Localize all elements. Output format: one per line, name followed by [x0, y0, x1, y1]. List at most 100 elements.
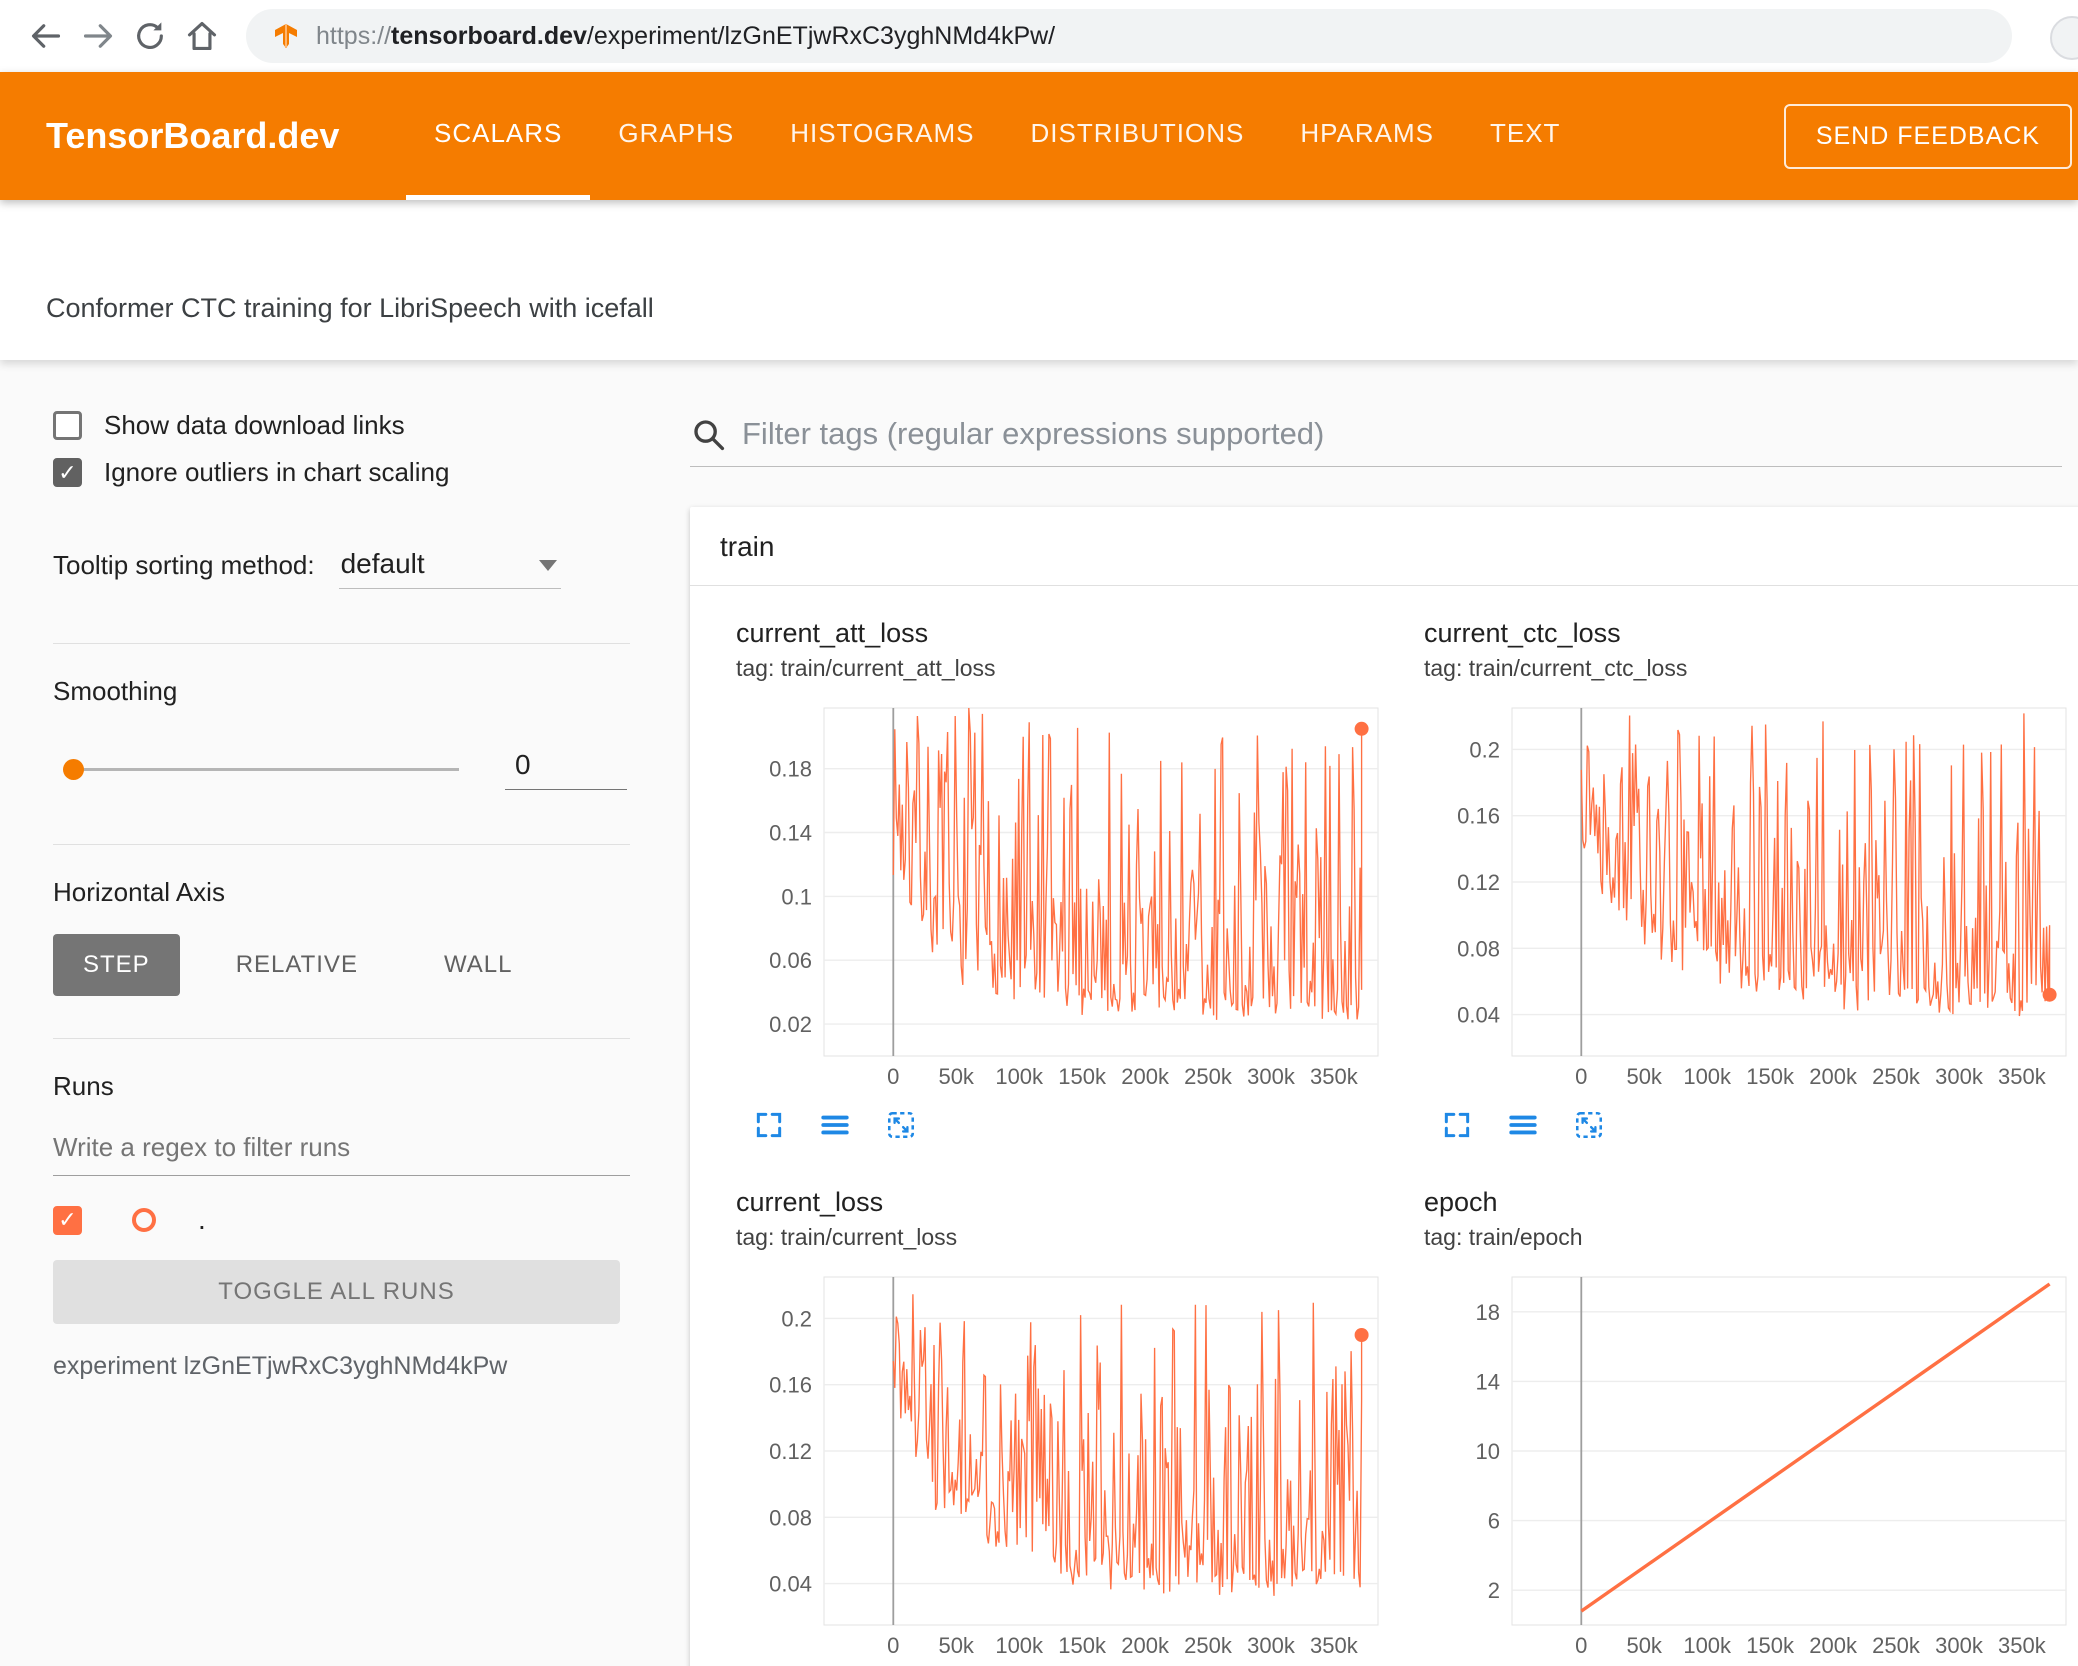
forward-button[interactable]	[72, 10, 124, 62]
x-tick-label: 350k	[1310, 1064, 1359, 1089]
fit-domain-button[interactable]	[882, 1109, 920, 1143]
checkbox-checked-icon[interactable]: ✓	[53, 458, 82, 487]
runs-filter-input[interactable]	[53, 1132, 630, 1176]
tag-group-title[interactable]: train	[690, 507, 2078, 585]
reload-button[interactable]	[124, 10, 176, 62]
chart-card-current_ctc_loss: current_ctc_loss tag: train/current_ctc_l…	[1424, 618, 2078, 1143]
tab-text[interactable]: TEXT	[1462, 72, 1588, 200]
x-tick-label: 250k	[1872, 1633, 1921, 1658]
home-button[interactable]	[176, 10, 228, 62]
experiment-title: Conformer CTC training for LibriSpeech w…	[46, 293, 654, 323]
tooltip-sorting-row: Tooltip sorting method: default	[53, 548, 630, 589]
toggle-log-scale-button[interactable]	[1504, 1109, 1542, 1143]
toggle-log-scale-button[interactable]	[816, 1109, 854, 1143]
fit-domain-button[interactable]	[1570, 1109, 1608, 1143]
fit-data-icon	[887, 1111, 915, 1139]
experiment-id-label: experiment lzGnETjwRxC3yghNMd4kPw	[53, 1352, 508, 1380]
x-tick-label: 300k	[1247, 1633, 1296, 1658]
chart-title: epoch	[1424, 1187, 1498, 1217]
y-tick-label: 0.08	[769, 1505, 812, 1530]
tooltip-sorting-value: default	[340, 548, 425, 579]
chart-title: current_att_loss	[736, 618, 929, 648]
run-color-circle-icon[interactable]	[132, 1208, 156, 1232]
chart-current_loss[interactable]: 0.04 0.08 0.12 0.16 0.2 0 50k 100k 150k 200k 250k 3…	[736, 1267, 1392, 1663]
x-tick-label: 100k	[995, 1633, 1044, 1658]
tab-distributions[interactable]: DISTRIBUTIONS	[1003, 72, 1273, 200]
profile-avatar[interactable]	[2050, 16, 2078, 60]
tooltip-sorting-dropdown[interactable]: default	[338, 548, 561, 589]
final-point-dot[interactable]	[1354, 1328, 1369, 1342]
x-tick-label: 200k	[1121, 1633, 1170, 1658]
chart-title: current_loss	[736, 1187, 884, 1217]
y-tick-label: 0.2	[781, 1306, 812, 1331]
send-feedback-button[interactable]: SEND FEEDBACK	[1783, 104, 2072, 169]
filter-tags-row	[690, 416, 2062, 467]
expand-icon	[756, 1112, 782, 1138]
chart-tag: tag: train/epoch	[1424, 1224, 1583, 1250]
forward-arrow-icon	[83, 24, 113, 48]
url-domain: tensorboard.dev	[391, 21, 587, 50]
x-tick-label: 150k	[1058, 1064, 1107, 1089]
top-nav: SCALARS GRAPHS HISTOGRAMS DISTRIBUTIONS …	[406, 72, 1588, 200]
y-tick-label: 0.08	[1457, 936, 1500, 961]
ignore-outliers-checkbox-row[interactable]: ✓ Ignore outliers in chart scaling	[53, 457, 630, 488]
tab-hparams[interactable]: HPARAMS	[1272, 72, 1462, 200]
chart-tag: tag: train/current_att_loss	[736, 655, 996, 681]
step-axis-button[interactable]: STEP	[53, 934, 180, 996]
smoothing-value-field[interactable]: 0	[505, 749, 627, 790]
chevron-down-icon	[538, 560, 557, 571]
show-download-links-checkbox-row[interactable]: Show data download links	[53, 410, 630, 441]
y-tick-label: 0.04	[1457, 1003, 1500, 1028]
app-header: TensorBoard.dev SCALARS GRAPHS HISTOGRAM…	[0, 72, 2078, 200]
toggle-all-runs-button[interactable]: TOGGLE ALL RUNS	[53, 1260, 620, 1324]
smoothing-slider-thumb[interactable]	[63, 759, 84, 780]
run-name: .	[198, 1204, 206, 1235]
final-point-dot[interactable]	[1354, 721, 1369, 736]
run-checkbox-checked-icon[interactable]: ✓	[53, 1205, 82, 1235]
x-tick-label: 50k	[938, 1633, 974, 1658]
y-tick-label: 0.16	[769, 1373, 812, 1398]
chart-current_ctc_loss[interactable]: 0.04 0.08 0.12 0.16 0.2 0 50k 100k 150k 200k 250k 3…	[1424, 698, 2078, 1094]
chart-tag: tag: train/current_loss	[736, 1224, 958, 1250]
y-tick-label: 0.1	[781, 884, 812, 909]
url-bar[interactable]: https://tensorboard.dev/experiment/lzGnE…	[246, 9, 2012, 63]
smoothing-slider[interactable]	[63, 759, 459, 780]
filter-tags-input[interactable]	[742, 416, 2062, 452]
chart-toolbar	[1424, 1109, 2078, 1143]
x-tick-label: 200k	[1121, 1064, 1170, 1089]
x-tick-label: 350k	[1998, 1633, 2047, 1658]
x-tick-label: 200k	[1809, 1633, 1858, 1658]
tab-scalars[interactable]: SCALARS	[406, 72, 591, 200]
tab-histograms[interactable]: HISTOGRAMS	[762, 72, 1002, 200]
wall-axis-button[interactable]: WALL	[414, 934, 542, 996]
show-download-links-label: Show data download links	[104, 410, 405, 440]
sidebar-divider	[53, 1038, 630, 1039]
final-point-dot[interactable]	[2042, 987, 2057, 1002]
browser-chrome: https://tensorboard.dev/experiment/lzGnE…	[0, 0, 2078, 72]
horizontal-axis-segmented: STEP RELATIVE WALL	[53, 934, 630, 996]
tab-graphs[interactable]: GRAPHS	[590, 72, 762, 200]
x-tick-label: 300k	[1935, 1064, 1984, 1089]
tag-group-card: train current_att_loss tag: train/current…	[690, 507, 2078, 1666]
expand-chart-button[interactable]	[1438, 1109, 1476, 1143]
back-button[interactable]	[20, 10, 72, 62]
smoothing-label: Smoothing	[53, 676, 178, 706]
x-tick-label: 300k	[1247, 1064, 1296, 1089]
settings-sidebar: Show data download links ✓ Ignore outlie…	[0, 360, 660, 1666]
expand-chart-button[interactable]	[750, 1109, 788, 1143]
main-panel: train current_att_loss tag: train/current…	[660, 360, 2078, 1666]
relative-axis-button[interactable]: RELATIVE	[206, 934, 388, 996]
smoothing-slider-row: 0	[53, 749, 630, 790]
x-tick-label: 100k	[995, 1064, 1044, 1089]
y-tick-label: 0.16	[1457, 804, 1500, 829]
x-tick-label: 150k	[1746, 1633, 1795, 1658]
chart-current_att_loss[interactable]: 0.02 0.06 0.1 0.14 0.18 0 50k 100k 150k 200k 250k 3…	[736, 698, 1392, 1094]
x-tick-label: 250k	[1872, 1064, 1921, 1089]
x-tick-label: 300k	[1935, 1633, 1984, 1658]
url-scheme: https://	[316, 21, 392, 50]
expand-icon	[1444, 1112, 1470, 1138]
checkbox-unchecked-icon[interactable]	[53, 411, 82, 440]
chart-epoch[interactable]: 2 6 10 14 18 0 50k 100k 150k 200k 250k 300k 350k	[1424, 1267, 2078, 1663]
x-tick-label: 100k	[1683, 1064, 1732, 1089]
horizontal-lines-icon	[821, 1115, 849, 1135]
